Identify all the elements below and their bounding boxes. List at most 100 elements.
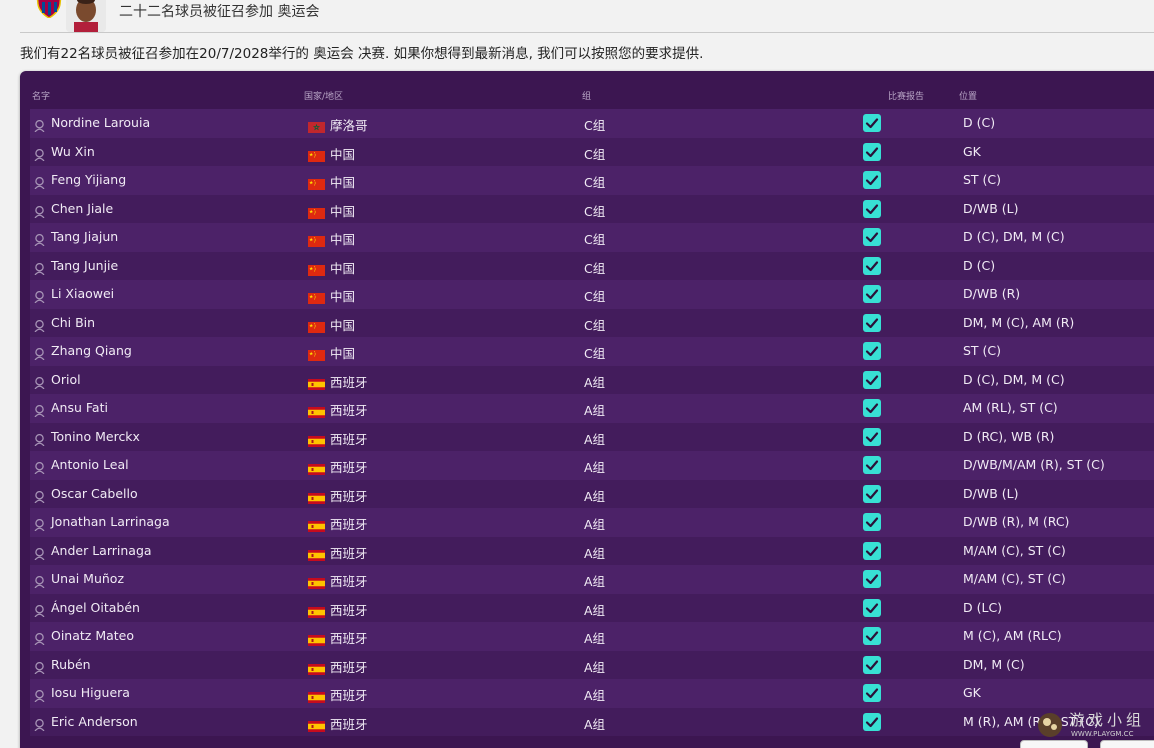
country-link[interactable]: 西班牙 xyxy=(330,628,368,647)
player-name-link[interactable]: Nordine Larouia xyxy=(51,115,150,130)
group-link[interactable]: C组 xyxy=(584,172,605,191)
player-name-link[interactable]: Ángel Oitabén xyxy=(51,600,140,615)
country-link[interactable]: 中国 xyxy=(330,343,355,362)
player-name-link[interactable]: Antonio Leal xyxy=(51,457,129,472)
group-link[interactable]: A组 xyxy=(584,628,605,647)
country-link[interactable]: 中国 xyxy=(330,229,355,248)
group-link[interactable]: C组 xyxy=(584,115,605,134)
match-report-checkbox[interactable] xyxy=(863,171,881,189)
group-link[interactable]: C组 xyxy=(584,201,605,220)
group-link[interactable]: A组 xyxy=(584,685,605,704)
table-row[interactable]: Feng Yijiang 中国 C组 ST (C) xyxy=(30,166,1154,195)
country-link[interactable]: 西班牙 xyxy=(330,486,368,505)
table-row[interactable]: Zhang Qiang 中国 C组 ST (C) xyxy=(30,337,1154,366)
table-row[interactable]: Rubén 西班牙 A组 DM, M (C) xyxy=(30,650,1154,679)
group-link[interactable]: C组 xyxy=(584,144,605,163)
match-report-checkbox[interactable] xyxy=(863,484,881,503)
country-link[interactable]: 西班牙 xyxy=(330,685,368,704)
table-row[interactable]: Li Xiaowei 中国 C组 D/WB (R) xyxy=(30,280,1154,309)
table-row[interactable]: Nordine Larouia 摩洛哥 C组 D (C) xyxy=(30,109,1154,138)
avatar[interactable] xyxy=(66,0,106,32)
group-link[interactable]: A组 xyxy=(584,400,605,419)
country-link[interactable]: 西班牙 xyxy=(330,543,368,562)
match-report-checkbox[interactable] xyxy=(863,712,881,731)
group-link[interactable]: A组 xyxy=(584,514,605,533)
match-report-checkbox[interactable] xyxy=(863,142,881,161)
table-row[interactable]: Tonino Merckx 西班牙 A组 D (RC), WB (R) xyxy=(30,422,1154,451)
group-link[interactable]: A组 xyxy=(584,714,605,733)
group-link[interactable]: A组 xyxy=(584,429,605,448)
match-report-checkbox[interactable] xyxy=(863,598,881,617)
group-link[interactable]: C组 xyxy=(584,343,605,362)
player-name-link[interactable]: Ansu Fati xyxy=(51,400,108,415)
group-link[interactable]: C组 xyxy=(584,258,605,277)
country-link[interactable]: 西班牙 xyxy=(330,400,368,419)
player-name-link[interactable]: Wu Xin xyxy=(51,144,95,159)
table-row[interactable]: Chen Jiale 中国 C组 D/WB (L) xyxy=(30,194,1154,223)
column-header-name[interactable]: 名字 xyxy=(32,89,50,103)
footer-button[interactable] xyxy=(1100,740,1154,748)
group-link[interactable]: A组 xyxy=(584,657,605,676)
player-name-link[interactable]: Iosu Higuera xyxy=(51,685,130,700)
player-name-link[interactable]: Tang Junjie xyxy=(51,258,118,273)
country-link[interactable]: 摩洛哥 xyxy=(330,115,368,134)
group-link[interactable]: C组 xyxy=(584,229,605,248)
player-name-link[interactable]: Tang Jiajun xyxy=(51,229,118,244)
table-row[interactable]: Tang Jiajun 中国 C组 D (C), DM, M (C) xyxy=(30,223,1154,252)
country-link[interactable]: 西班牙 xyxy=(330,514,368,533)
table-row[interactable]: Tang Junjie 中国 C组 D (C) xyxy=(30,251,1154,280)
player-name-link[interactable]: Tonino Merckx xyxy=(51,429,140,444)
player-name-link[interactable]: Zhang Qiang xyxy=(51,343,132,358)
player-name-link[interactable]: Jonathan Larrinaga xyxy=(51,514,170,529)
match-report-checkbox[interactable] xyxy=(863,313,881,332)
country-link[interactable]: 中国 xyxy=(330,286,355,305)
country-link[interactable]: 西班牙 xyxy=(330,571,368,590)
match-report-checkbox[interactable] xyxy=(863,370,881,389)
country-link[interactable]: 中国 xyxy=(330,315,355,334)
table-row[interactable]: Oscar Cabello 西班牙 A组 D/WB (L) xyxy=(30,479,1154,508)
column-header-nation[interactable]: 国家/地区 xyxy=(304,89,343,103)
player-name-link[interactable]: Eric Anderson xyxy=(51,714,138,729)
table-row[interactable]: Chi Bin 中国 C组 DM, M (C), AM (R) xyxy=(30,308,1154,337)
player-name-link[interactable]: Feng Yijiang xyxy=(51,172,126,187)
table-row[interactable]: Oinatz Mateo 西班牙 A组 M (C), AM (RLC) xyxy=(30,622,1154,651)
match-report-checkbox[interactable] xyxy=(863,684,881,702)
group-link[interactable]: C组 xyxy=(584,286,605,305)
match-report-checkbox[interactable] xyxy=(863,570,881,588)
country-link[interactable]: 中国 xyxy=(330,258,355,277)
match-report-checkbox[interactable] xyxy=(863,427,881,446)
player-name-link[interactable]: Li Xiaowei xyxy=(51,286,114,301)
player-name-link[interactable]: Oscar Cabello xyxy=(51,486,138,501)
match-report-checkbox[interactable] xyxy=(863,228,881,246)
country-link[interactable]: 中国 xyxy=(330,144,355,163)
country-link[interactable]: 西班牙 xyxy=(330,372,368,391)
match-report-checkbox[interactable] xyxy=(863,399,881,417)
player-name-link[interactable]: Ander Larrinaga xyxy=(51,543,152,558)
match-report-checkbox[interactable] xyxy=(863,456,881,474)
table-row[interactable]: Unai Muñoz 西班牙 A组 M/AM (C), ST (C) xyxy=(30,565,1154,594)
player-name-link[interactable]: Oinatz Mateo xyxy=(51,628,134,643)
group-link[interactable]: A组 xyxy=(584,571,605,590)
table-row[interactable]: Ander Larrinaga 西班牙 A组 M/AM (C), ST (C) xyxy=(30,536,1154,565)
player-name-link[interactable]: Chi Bin xyxy=(51,315,95,330)
country-link[interactable]: 西班牙 xyxy=(330,600,368,619)
country-link[interactable]: 西班牙 xyxy=(330,657,368,676)
table-row[interactable]: Oriol 西班牙 A组 D (C), DM, M (C) xyxy=(30,365,1154,394)
match-report-checkbox[interactable] xyxy=(863,513,881,531)
group-link[interactable]: A组 xyxy=(584,457,605,476)
group-link[interactable]: A组 xyxy=(584,543,605,562)
table-row[interactable]: Jonathan Larrinaga 西班牙 A组 D/WB (R), M (RC) xyxy=(30,508,1154,537)
group-link[interactable]: C组 xyxy=(584,315,605,334)
table-row[interactable]: Wu Xin 中国 C组 GK xyxy=(30,137,1154,166)
country-link[interactable]: 中国 xyxy=(330,201,355,220)
table-row[interactable]: Ángel Oitabén 西班牙 A组 D (LC) xyxy=(30,593,1154,622)
table-row[interactable]: Iosu Higuera 西班牙 A组 GK xyxy=(30,679,1154,708)
group-link[interactable]: A组 xyxy=(584,372,605,391)
country-link[interactable]: 西班牙 xyxy=(330,714,368,733)
footer-button[interactable] xyxy=(1020,740,1088,748)
match-report-checkbox[interactable] xyxy=(863,541,881,560)
table-row[interactable]: Ansu Fati 西班牙 A组 AM (RL), ST (C) xyxy=(30,394,1154,423)
group-link[interactable]: A组 xyxy=(584,486,605,505)
match-report-checkbox[interactable] xyxy=(863,342,881,360)
country-link[interactable]: 西班牙 xyxy=(330,457,368,476)
